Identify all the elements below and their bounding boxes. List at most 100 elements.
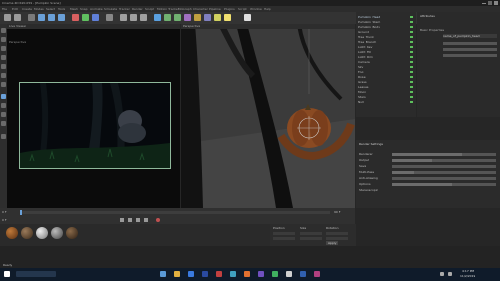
- app-icon[interactable]: [216, 271, 222, 277]
- attribute-slider[interactable]: [443, 42, 497, 45]
- go-to-end-icon[interactable]: [144, 218, 148, 222]
- menu-item-pipeline[interactable]: Pipeline: [209, 7, 221, 11]
- app-icon[interactable]: [230, 271, 236, 277]
- rotate-icon[interactable]: [58, 14, 65, 21]
- texture-mode-icon[interactable]: [1, 46, 6, 51]
- workplane-icon[interactable]: [1, 55, 6, 60]
- menu-item-modes[interactable]: Modes: [34, 7, 44, 11]
- visibility-dot-icon[interactable]: [410, 16, 413, 18]
- app-icon[interactable]: [314, 271, 320, 277]
- undo-icon[interactable]: [4, 14, 11, 21]
- object-row[interactable]: Null: [358, 100, 408, 103]
- object-row[interactable]: Tree_Branch: [358, 40, 408, 43]
- menu-item-snap[interactable]: Snap: [80, 7, 88, 11]
- timeline[interactable]: 0 F 90 F 0 F: [0, 208, 355, 224]
- material-swatch[interactable]: [21, 227, 33, 239]
- object-name-field[interactable]: name_of_pumpkin_head: [443, 34, 497, 38]
- render-region-frame[interactable]: [19, 82, 171, 169]
- nurbs-icon[interactable]: [174, 14, 181, 21]
- settings-slider[interactable]: [392, 165, 496, 168]
- tweak-icon[interactable]: [1, 103, 6, 108]
- app-icon[interactable]: [258, 271, 264, 277]
- attributes-tab[interactable]: Basic Properties: [420, 28, 444, 32]
- object-row[interactable]: Rope: [358, 75, 408, 78]
- task-view-icon[interactable]: [160, 271, 166, 277]
- apply-button[interactable]: Apply: [326, 241, 339, 245]
- material-swatch[interactable]: [66, 227, 78, 239]
- object-row[interactable]: Light_Rim: [358, 55, 408, 58]
- model-mode-icon[interactable]: [1, 37, 6, 42]
- visibility-dot-icon[interactable]: [410, 36, 413, 38]
- object-row[interactable]: Leaves: [358, 85, 408, 88]
- coord-field[interactable]: [273, 232, 295, 235]
- layout-icon[interactable]: [244, 14, 251, 21]
- snap-icon[interactable]: [1, 112, 6, 117]
- visibility-dot-icon[interactable]: [410, 61, 413, 63]
- record-icon[interactable]: [156, 218, 160, 222]
- object-row[interactable]: Pumpkin_Body: [358, 25, 408, 28]
- object-row[interactable]: Ground: [358, 30, 408, 33]
- polygons-mode-icon[interactable]: [1, 82, 6, 87]
- menu-item-create[interactable]: Create: [22, 7, 32, 11]
- visibility-dot-icon[interactable]: [410, 66, 413, 68]
- search-box[interactable]: [16, 271, 56, 277]
- visibility-dot-icon[interactable]: [410, 46, 413, 48]
- material-swatch[interactable]: [51, 227, 63, 239]
- material-swatch[interactable]: [36, 227, 48, 239]
- scene-icon[interactable]: [204, 14, 211, 21]
- z-axis-icon[interactable]: [92, 14, 99, 21]
- close-icon[interactable]: [494, 1, 498, 5]
- solo-icon[interactable]: [1, 134, 6, 139]
- play-backward-icon[interactable]: [128, 218, 132, 222]
- visibility-dot-icon[interactable]: [410, 91, 413, 93]
- render-picture-viewer-icon[interactable]: [130, 14, 137, 21]
- object-row[interactable]: Stars: [358, 95, 408, 98]
- coord-field[interactable]: [326, 237, 348, 240]
- render-view-icon[interactable]: [120, 14, 127, 21]
- perspective-viewport[interactable]: [181, 24, 355, 208]
- object-row[interactable]: Grass: [358, 80, 408, 83]
- array-icon[interactable]: [184, 14, 191, 21]
- file-explorer-icon[interactable]: [174, 271, 180, 277]
- playhead[interactable]: [20, 210, 22, 215]
- redo-icon[interactable]: [14, 14, 21, 21]
- visibility-dot-icon[interactable]: [410, 41, 413, 43]
- attribute-slider[interactable]: [443, 48, 497, 51]
- attribute-slider[interactable]: [443, 54, 497, 57]
- visibility-dot-icon[interactable]: [410, 96, 413, 98]
- play-icon[interactable]: [136, 218, 140, 222]
- deformer-icon[interactable]: [194, 14, 201, 21]
- material-swatch[interactable]: [6, 227, 18, 239]
- y-axis-icon[interactable]: [82, 14, 89, 21]
- cinema4d-icon[interactable]: [202, 271, 208, 277]
- axis-mode-icon[interactable]: [1, 94, 6, 99]
- menu-item-window[interactable]: Window: [250, 7, 262, 11]
- object-row[interactable]: Tree_Trunk: [358, 35, 408, 38]
- move-icon[interactable]: [38, 14, 45, 21]
- menu-item-plugins[interactable]: Plugins: [224, 7, 235, 11]
- settings-slider[interactable]: [392, 177, 496, 180]
- light-icon[interactable]: [224, 14, 231, 21]
- app-icon[interactable]: [272, 271, 278, 277]
- timeline-track[interactable]: [20, 211, 330, 214]
- current-frame[interactable]: 0 F: [2, 218, 7, 222]
- menu-item-render[interactable]: Render: [132, 7, 143, 11]
- visibility-dot-icon[interactable]: [410, 71, 413, 73]
- menu-item-select[interactable]: Select: [46, 7, 55, 11]
- visibility-dot-icon[interactable]: [410, 21, 413, 23]
- visibility-dot-icon[interactable]: [410, 81, 413, 83]
- cube-icon[interactable]: [154, 14, 161, 21]
- menu-item-simulate[interactable]: Simulate: [104, 7, 117, 11]
- coord-field[interactable]: [300, 237, 322, 240]
- menu-item-sculpt[interactable]: Sculpt: [145, 7, 154, 11]
- app-icon[interactable]: [300, 271, 306, 277]
- object-row[interactable]: Moon: [358, 90, 408, 93]
- camera-icon[interactable]: [214, 14, 221, 21]
- object-row[interactable]: Camera: [358, 60, 408, 63]
- maximize-icon[interactable]: [488, 1, 492, 5]
- menu-item-edit[interactable]: Edit: [12, 7, 18, 11]
- object-row[interactable]: Fog: [358, 70, 408, 73]
- menu-item-script[interactable]: Script: [238, 7, 247, 11]
- object-row[interactable]: Pumpkin_Stem: [358, 20, 408, 23]
- menu-item-motion-tracker[interactable]: Motion Tracker: [157, 7, 179, 11]
